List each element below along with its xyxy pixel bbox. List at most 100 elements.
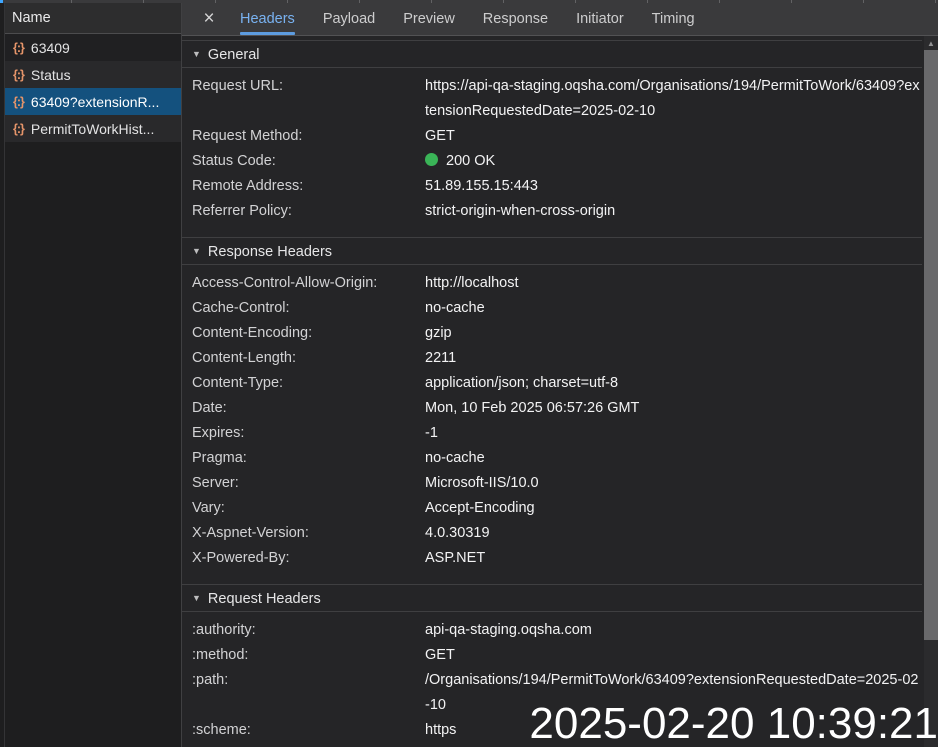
tab-label: Response [483,11,548,27]
section-header[interactable]: ▼Response Headers [182,238,922,265]
header-row: Vary: Accept-Encoding [182,496,922,521]
header-name: :authority: [192,618,425,643]
request-list-item[interactable]: {:} 63409 [5,34,181,61]
tab-response[interactable]: Response [473,3,558,35]
json-icon: {:} [13,95,24,109]
request-label: 63409 [31,40,70,56]
header-name: :path: [192,668,425,718]
header-row: :method: GET [182,643,922,668]
request-list-sidebar: Name {:} 63409 {:} Status {:} 63409?exte… [0,3,182,747]
tab-label: Initiator [576,11,624,27]
header-name: Vary: [192,496,425,521]
section-body: Access-Control-Allow-Origin: http://loca… [182,265,922,584]
header-row: X-Aspnet-Version: 4.0.30319 [182,521,922,546]
section-body: Request URL: https://api-qa-staging.oqsh… [182,68,922,237]
header-row: Access-Control-Allow-Origin: http://loca… [182,271,922,296]
scroll-up-arrow-icon[interactable]: ▲ [924,36,938,50]
header-value: ASP.NET [425,546,922,571]
header-value: 2211 [425,346,922,371]
header-value: application/json; charset=utf-8 [425,371,922,396]
name-column-header[interactable]: Name [5,3,181,34]
header-row: Referrer Policy: strict-origin-when-cros… [182,199,922,224]
header-value: https://api-qa-staging.oqsha.com/Organis… [425,74,922,124]
tab-label: Preview [403,11,455,27]
header-row: :authority: api-qa-staging.oqsha.com [182,618,922,643]
header-name: Content-Encoding: [192,321,425,346]
header-name: Expires: [192,421,425,446]
request-label: 63409?extensionR... [31,94,159,110]
json-icon: {:} [13,41,24,55]
chevron-down-icon: ▼ [192,246,201,256]
close-icon[interactable]: × [192,3,226,35]
request-list-item[interactable]: {:} PermitToWorkHist... [5,115,181,142]
header-name: Access-Control-Allow-Origin: [192,271,425,296]
header-row: X-Powered-By: ASP.NET [182,546,922,571]
header-value: Microsoft-IIS/10.0 [425,471,922,496]
section-header[interactable]: ▼ General [182,41,922,68]
header-row: Content-Type: application/json; charset=… [182,371,922,396]
vertical-scrollbar[interactable]: ▲ [924,36,938,747]
request-label: PermitToWorkHist... [31,121,154,137]
header-row: Expires: -1 [182,421,922,446]
request-list: {:} 63409 {:} Status {:} 63409?extension… [0,34,181,142]
header-value: 4.0.30319 [425,521,922,546]
header-name: :method: [192,643,425,668]
header-value: Accept-Encoding [425,496,922,521]
header-row: Remote Address: 51.89.155.15:443 [182,174,922,199]
tab-payload[interactable]: Payload [313,3,385,35]
header-value: no-cache [425,446,922,471]
header-value: -1 [425,421,922,446]
section-title: General [208,47,260,63]
header-name: Server: [192,471,425,496]
header-row: Content-Encoding: gzip [182,321,922,346]
request-list-item[interactable]: {:} 63409?extensionR... [5,88,181,115]
header-value: GET [425,643,922,668]
details-tabbar: × Headers Payload Preview Response Initi… [182,3,938,36]
timestamp-overlay: 2025-02-20 10:39:21 [529,702,938,746]
header-name: Status Code: [192,149,425,174]
request-details-panel: × Headers Payload Preview Response Initi… [182,3,938,747]
section-title: Request Headers [208,591,321,607]
header-value: 51.89.155.15:443 [425,174,922,199]
header-value: no-cache [425,296,922,321]
chevron-down-icon: ▼ [192,593,201,603]
header-row: Request URL: https://api-qa-staging.oqsh… [182,74,922,124]
header-row: Pragma: no-cache [182,446,922,471]
headers-content: ▼ General Request URL: https://api-qa-sta… [182,36,938,747]
header-row: Request Method: GET [182,124,922,149]
header-value: api-qa-staging.oqsha.com [425,618,922,643]
header-name: X-Aspnet-Version: [192,521,425,546]
header-name: Cache-Control: [192,296,425,321]
chevron-down-icon: ▼ [192,49,201,59]
header-name: Request Method: [192,124,425,149]
tab-preview[interactable]: Preview [393,3,465,35]
header-name: Content-Type: [192,371,425,396]
request-label: Status [31,67,71,83]
request-list-item[interactable]: {:} Status [5,61,181,88]
main-split: Name {:} 63409 {:} Status {:} 63409?exte… [0,3,938,747]
header-name: Request URL: [192,74,425,124]
scrollbar-thumb[interactable] [924,50,938,640]
header-row: Cache-Control: no-cache [182,296,922,321]
header-row: Content-Length: 2211 [182,346,922,371]
header-name: Referrer Policy: [192,199,425,224]
header-name: Date: [192,396,425,421]
headers-section: ▼Response Headers Access-Control-Allow-O… [182,237,922,584]
header-name: Pragma: [192,446,425,471]
header-value: Mon, 10 Feb 2025 06:57:26 GMT [425,396,922,421]
tab-headers[interactable]: Headers [230,3,305,35]
json-icon: {:} [13,122,24,136]
header-row: Status Code: 200 OK [182,149,922,174]
tab-initiator[interactable]: Initiator [566,3,634,35]
header-row: Server: Microsoft-IIS/10.0 [182,471,922,496]
tab-timing[interactable]: Timing [642,3,705,35]
section-header[interactable]: ▼ Request Headers [182,585,922,612]
header-name: Remote Address: [192,174,425,199]
header-value: 200 OK [425,149,922,174]
header-value: http://localhost [425,271,922,296]
header-name: :scheme: [192,718,425,743]
status-ok-dot [425,153,438,166]
header-value: strict-origin-when-cross-origin [425,199,922,224]
tab-label: Payload [323,11,375,27]
header-name: X-Powered-By: [192,546,425,571]
